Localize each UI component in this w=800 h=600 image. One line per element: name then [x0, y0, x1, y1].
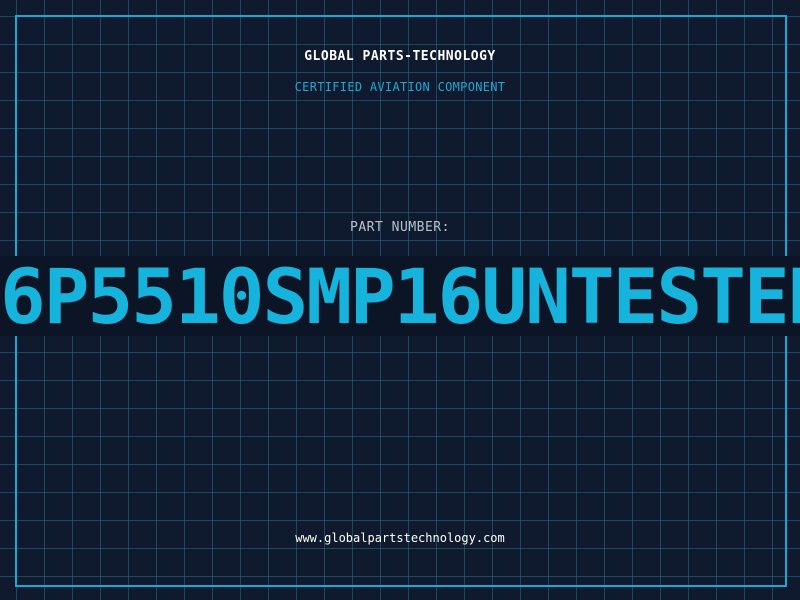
part-number-value: 6P5510SMP16UNTESTED	[0, 252, 800, 341]
company-name: GLOBAL PARTS-TECHNOLOGY	[304, 49, 496, 64]
certification-subtitle: CERTIFIED AVIATION COMPONENT	[294, 80, 506, 94]
website-url: www.globalpartstechnology.com	[295, 531, 505, 545]
certificate-card: GLOBAL PARTS-TECHNOLOGY CERTIFIED AVIATI…	[0, 0, 800, 600]
part-number-label: PART NUMBER:	[350, 220, 450, 235]
